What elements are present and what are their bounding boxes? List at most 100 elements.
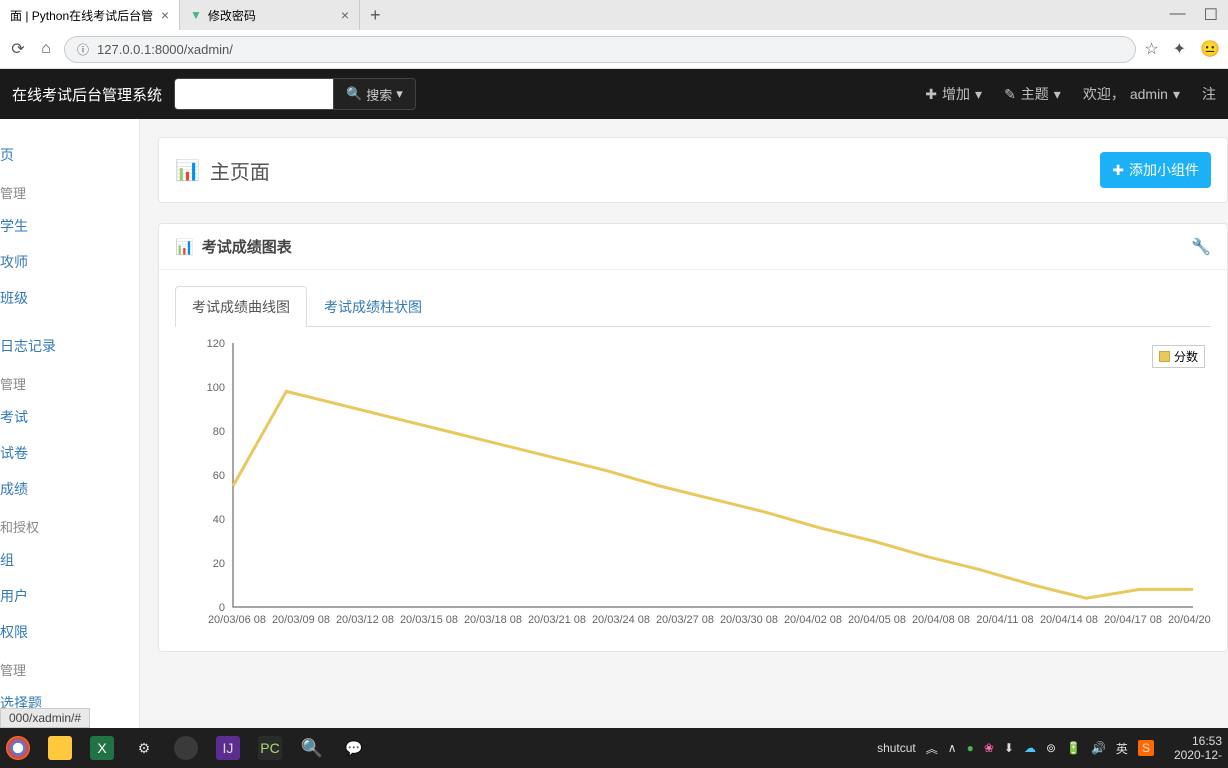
sidebar-item[interactable]: 学生 xyxy=(0,208,139,244)
chevron-down-icon: ▾ xyxy=(396,86,403,102)
search-label: 搜索 xyxy=(366,85,392,104)
clock[interactable]: 16:53 2020-12- xyxy=(1174,734,1222,763)
chevron-down-icon: ▾ xyxy=(1054,86,1061,103)
legend-swatch xyxy=(1159,351,1170,362)
tray-label[interactable]: shutcut xyxy=(877,741,916,755)
tray-icon[interactable]: ⬇ xyxy=(1004,741,1014,755)
sidebar-item[interactable]: 攻师 xyxy=(0,244,139,280)
url-text: 127.0.0.1:8000/xadmin/ xyxy=(97,42,233,57)
svg-text:20/03/27 08: 20/03/27 08 xyxy=(656,614,714,626)
address-bar: ⟳ ⌂ ⓘ 127.0.0.1:8000/xadmin/ ☆ ✦ 😐 xyxy=(0,30,1228,68)
wrench-icon[interactable]: 🔧 xyxy=(1191,237,1211,257)
chart-tabs: 考试成绩曲线图 考试成绩柱状图 xyxy=(175,286,1211,327)
close-icon[interactable]: × xyxy=(161,7,169,23)
sidebar-item[interactable]: 权限 xyxy=(0,614,139,650)
app-icon[interactable] xyxy=(174,736,198,760)
sidebar-item[interactable]: 考试 xyxy=(0,399,139,435)
chart-area: 分数 02040608010012020/03/06 0820/03/09 08… xyxy=(175,335,1211,635)
bar-chart-icon: 📊 xyxy=(175,238,194,256)
minimize-icon[interactable]: — xyxy=(1170,5,1186,25)
search-icon: 🔍 xyxy=(346,86,362,102)
search-group: 🔍 搜索 ▾ xyxy=(174,78,416,110)
tray-icon[interactable]: ☁ xyxy=(1024,741,1036,755)
sidebar-item[interactable]: 日志记录 xyxy=(0,328,139,364)
profile-icon[interactable]: 😐 xyxy=(1200,39,1220,59)
browser-tab[interactable]: ▼ 修改密码 × xyxy=(180,0,360,30)
time: 16:53 xyxy=(1174,734,1222,748)
new-tab-button[interactable]: + xyxy=(360,5,391,26)
date: 2020-12- xyxy=(1174,748,1222,762)
add-menu[interactable]: ✚ 增加 ▾ xyxy=(925,84,982,104)
wifi-icon[interactable]: ⊚ xyxy=(1046,741,1056,755)
volume-icon[interactable]: 🔊 xyxy=(1091,741,1106,755)
svg-text:40: 40 xyxy=(213,514,225,526)
chevron-down-icon: ▾ xyxy=(975,86,982,103)
sidebar-item[interactable]: 组 xyxy=(0,542,139,578)
extension-icon[interactable]: ✦ xyxy=(1173,39,1186,59)
wand-icon: ✎ xyxy=(1004,86,1016,103)
tray-icon[interactable]: ● xyxy=(967,741,974,755)
dashboard-icon: 📊 xyxy=(175,158,200,183)
pycharm-icon[interactable]: PC xyxy=(258,736,282,760)
search-button[interactable]: 🔍 搜索 ▾ xyxy=(334,78,416,110)
svg-text:20/04/02 08: 20/04/02 08 xyxy=(784,614,842,626)
battery-icon[interactable]: 🔋 xyxy=(1066,741,1081,755)
explorer-icon[interactable] xyxy=(48,736,72,760)
vue-icon: ▼ xyxy=(190,8,202,22)
sidebar-item[interactable]: 页 xyxy=(0,137,139,173)
sogou-icon[interactable]: S xyxy=(1138,740,1154,756)
panel-header: 📊 考试成绩图表 🔧 xyxy=(159,224,1227,270)
search-icon[interactable]: 🔍 xyxy=(300,736,324,760)
search-input[interactable] xyxy=(174,78,334,110)
tab-title: 修改密码 xyxy=(208,7,256,24)
home-icon[interactable]: ⌂ xyxy=(36,40,56,58)
legend-label: 分数 xyxy=(1174,348,1198,365)
chevron-down-icon: ▾ xyxy=(1173,86,1180,103)
line-chart-svg: 02040608010012020/03/06 0820/03/09 0820/… xyxy=(175,335,1211,635)
svg-text:20/03/12 08: 20/03/12 08 xyxy=(336,614,394,626)
svg-text:60: 60 xyxy=(213,470,225,482)
svg-text:20/03/09 08: 20/03/09 08 xyxy=(272,614,330,626)
plus-icon: ✚ xyxy=(925,86,937,103)
theme-menu[interactable]: ✎ 主题 ▾ xyxy=(1004,84,1061,104)
system-tray: shutcut ︽ ∧ ● ❀ ⬇ ☁ ⊚ 🔋 🔊 英 S 16:53 2020… xyxy=(877,734,1222,763)
chevron-up-icon[interactable]: ︽ xyxy=(926,740,938,757)
sidebar-item[interactable]: 试卷 xyxy=(0,435,139,471)
url-input[interactable]: ⓘ 127.0.0.1:8000/xadmin/ xyxy=(64,36,1136,63)
info-icon: ⓘ xyxy=(77,41,89,58)
app-navbar: 在线考试后台管理系统 🔍 搜索 ▾ ✚ 增加 ▾ ✎ 主题 ▾ 欢迎， admi… xyxy=(0,69,1228,119)
plus-icon: ✚ xyxy=(1112,162,1124,179)
svg-text:20/03/30 08: 20/03/30 08 xyxy=(720,614,778,626)
tray-icon[interactable]: ∧ xyxy=(948,741,957,755)
ime-indicator[interactable]: 英 xyxy=(1116,740,1128,757)
user-menu[interactable]: 欢迎， admin ▾ xyxy=(1083,84,1180,104)
reload-icon[interactable]: ⟳ xyxy=(8,39,28,59)
svg-text:20/04/20 08: 20/04/20 08 xyxy=(1168,614,1211,626)
tray-icon[interactable]: ❀ xyxy=(984,741,994,755)
chart-legend[interactable]: 分数 xyxy=(1152,345,1205,368)
browser-chrome: 面 | Python在线考试后台管 × ▼ 修改密码 × + — ☐ ⟳ ⌂ ⓘ… xyxy=(0,0,1228,69)
star-icon[interactable]: ☆ xyxy=(1144,39,1158,59)
sidebar-item[interactable]: 用户 xyxy=(0,578,139,614)
add-widget-button[interactable]: ✚ 添加小组件 xyxy=(1100,152,1211,188)
sidebar-heading: 和授权 xyxy=(0,507,139,542)
settings-icon[interactable]: ⚙ xyxy=(132,736,156,760)
sidebar-heading: 管理 xyxy=(0,173,139,208)
sidebar-item[interactable]: 成绩 xyxy=(0,471,139,507)
close-icon[interactable]: × xyxy=(341,7,349,23)
browser-tab-active[interactable]: 面 | Python在线考试后台管 × xyxy=(0,0,180,30)
maximize-icon[interactable]: ☐ xyxy=(1204,5,1218,25)
tab-bar-chart[interactable]: 考试成绩柱状图 xyxy=(307,286,439,327)
sidebar-item[interactable]: 班级 xyxy=(0,280,139,316)
chrome-icon[interactable] xyxy=(6,736,30,760)
svg-text:100: 100 xyxy=(207,382,225,394)
logout-link[interactable]: 注 xyxy=(1202,84,1216,104)
svg-text:20/04/11 08: 20/04/11 08 xyxy=(976,614,1033,626)
intellij-icon[interactable]: IJ xyxy=(216,736,240,760)
tab-line-chart[interactable]: 考试成绩曲线图 xyxy=(175,286,307,327)
wechat-icon[interactable]: 💬 xyxy=(342,736,366,760)
svg-text:120: 120 xyxy=(207,338,225,350)
svg-text:20/03/24 08: 20/03/24 08 xyxy=(592,614,650,626)
svg-text:20/03/06 08: 20/03/06 08 xyxy=(208,614,266,626)
excel-icon[interactable]: X xyxy=(90,736,114,760)
